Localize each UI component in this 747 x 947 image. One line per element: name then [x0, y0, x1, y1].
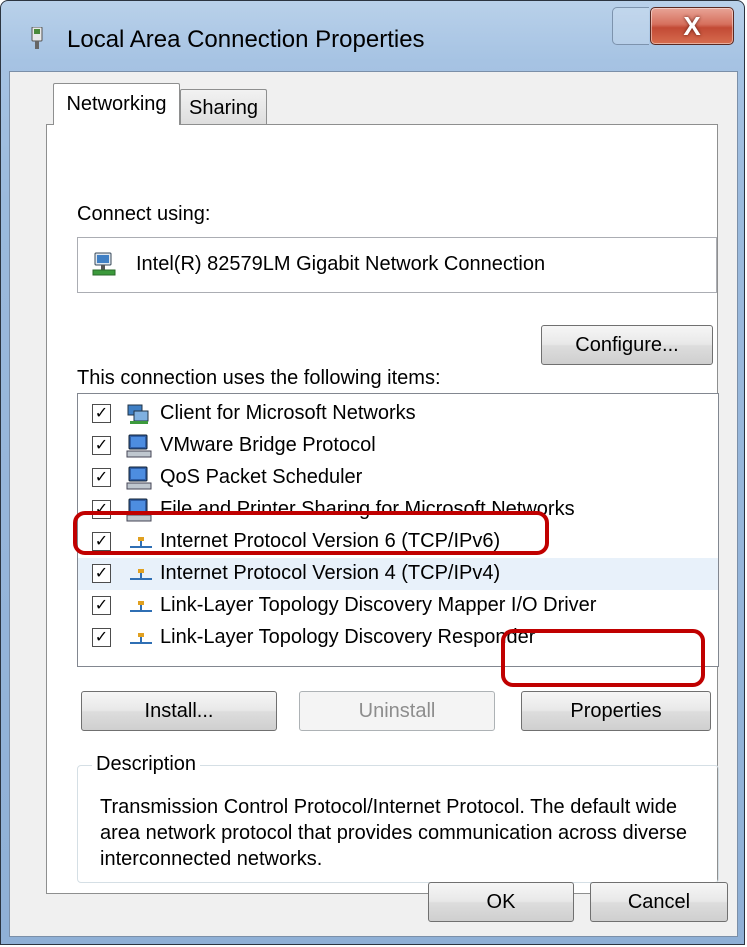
configure-button-label: Configure...	[575, 333, 679, 356]
item-label: VMware Bridge Protocol	[160, 434, 376, 456]
protocol-icon	[130, 601, 152, 612]
item-checkbox[interactable]: ✓	[92, 404, 111, 423]
tab-sharing-label: Sharing	[189, 97, 258, 119]
network-service-icon	[126, 434, 152, 458]
uninstall-button[interactable]: Uninstall	[299, 691, 495, 731]
item-checkbox[interactable]: ✓	[92, 596, 111, 615]
properties-button[interactable]: Properties	[521, 691, 711, 731]
item-checkbox[interactable]: ✓	[92, 436, 111, 455]
adapter-name: Intel(R) 82579LM Gigabit Network Connect…	[136, 253, 546, 275]
protocol-icon	[130, 633, 152, 644]
network-client-icon	[127, 404, 149, 424]
properties-button-label: Properties	[570, 699, 662, 722]
item-checkbox[interactable]: ✓	[92, 628, 111, 647]
network-service-icon	[126, 466, 152, 490]
item-label: Internet Protocol Version 4 (TCP/IPv4)	[160, 562, 501, 584]
item-checkbox[interactable]: ✓	[92, 532, 111, 551]
list-item[interactable]: ✓ QoS Packet Scheduler	[78, 462, 718, 494]
configure-button[interactable]: Configure...	[541, 325, 713, 365]
list-item[interactable]: ✓ Internet Protocol Version 6 (TCP/IPv6)	[78, 526, 718, 558]
adapter-field: Intel(R) 82579LM Gigabit Network Connect…	[77, 237, 717, 293]
list-item[interactable]: ✓ File and Printer Sharing for Microsoft…	[78, 494, 718, 526]
install-button[interactable]: Install...	[81, 691, 277, 731]
cancel-button[interactable]: Cancel	[590, 882, 728, 922]
connect-using-label: Connect using:	[77, 203, 211, 225]
cancel-button-label: Cancel	[627, 890, 691, 913]
item-label: File and Printer Sharing for Microsoft N…	[160, 498, 575, 520]
network-connection-icon	[31, 27, 43, 49]
list-item[interactable]: ✓ VMware Bridge Protocol	[78, 430, 718, 462]
list-item[interactable]: ✓ Client for Microsoft Networks	[78, 398, 718, 430]
tab-networking[interactable]: Networking	[53, 83, 180, 125]
list-item[interactable]: ✓ Link-Layer Topology Discovery Responde…	[78, 622, 718, 654]
protocol-icon	[130, 537, 152, 548]
protocol-icon	[130, 569, 152, 580]
item-label: Link-Layer Topology Discovery Mapper I/O…	[160, 594, 597, 616]
properties-window: Local Area Connection Properties X Netwo…	[0, 0, 745, 945]
item-label: Link-Layer Topology Discovery Responder	[160, 626, 536, 648]
item-label: Internet Protocol Version 6 (TCP/IPv6)	[160, 530, 501, 552]
description-group: Description Transmission Control Protoco…	[77, 753, 719, 883]
description-text: Transmission Control Protocol/Internet P…	[100, 796, 687, 870]
title-bar-frame	[612, 7, 649, 45]
list-item-selected[interactable]: ✓ Internet Protocol Version 4 (TCP/IPv4)	[78, 558, 718, 590]
network-service-icon	[126, 498, 152, 522]
items-label: This connection uses the following items…	[77, 367, 441, 389]
item-label: Client for Microsoft Networks	[160, 402, 416, 424]
description-legend: Description	[92, 753, 201, 776]
ok-button[interactable]: OK	[428, 882, 574, 922]
install-button-label: Install...	[144, 699, 214, 722]
ok-button-label: OK	[486, 890, 516, 913]
window-title: Local Area Connection Properties	[67, 26, 425, 53]
close-button[interactable]: X	[650, 7, 734, 45]
close-icon: X	[683, 10, 701, 41]
title-bar[interactable]: Local Area Connection Properties X	[1, 1, 744, 71]
items-list[interactable]: ✓ Client for Microsoft Networks ✓ VMware…	[77, 393, 719, 667]
dialog-client-area: Networking Sharing Connect using: Intel(…	[9, 71, 738, 937]
list-item[interactable]: ✓ Link-Layer Topology Discovery Mapper I…	[78, 590, 718, 622]
item-checkbox[interactable]: ✓	[92, 564, 111, 583]
item-checkbox[interactable]: ✓	[92, 500, 111, 519]
networking-panel: Connect using: Intel(R) 82579LM Gigabit …	[46, 124, 719, 894]
item-checkbox[interactable]: ✓	[92, 468, 111, 487]
tab-networking-label: Networking	[66, 93, 167, 115]
network-adapter-icon	[92, 252, 116, 276]
tab-sharing[interactable]: Sharing	[180, 89, 267, 127]
uninstall-button-label: Uninstall	[358, 699, 436, 722]
item-label: QoS Packet Scheduler	[160, 466, 363, 488]
